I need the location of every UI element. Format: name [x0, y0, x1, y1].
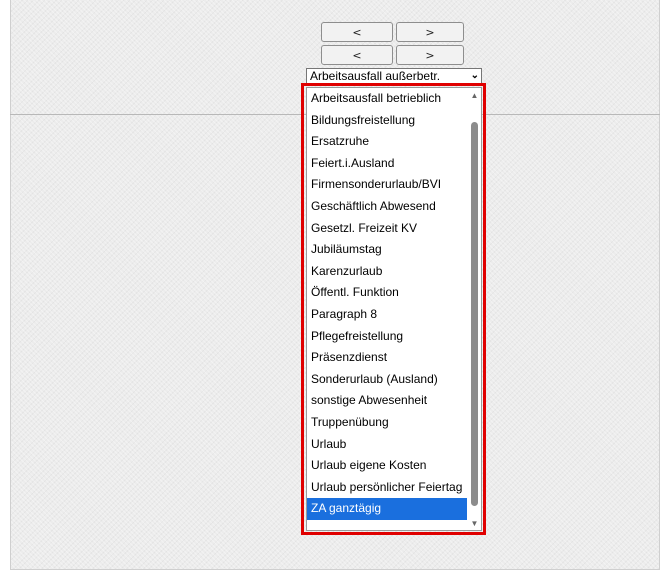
dropdown-option[interactable]: Urlaub eigene Kosten — [307, 455, 467, 477]
dropdown-option[interactable]: Urlaub — [307, 434, 467, 456]
dropdown-option[interactable]: Präsenzdienst — [307, 347, 467, 369]
dropdown-option[interactable]: ZA ganztägig — [307, 498, 467, 520]
dropdown-option[interactable]: Urlaub persönlicher Feiertag — [307, 477, 467, 499]
dropdown-option[interactable]: Öffentl. Funktion — [307, 282, 467, 304]
dropdown-option[interactable]: sonstige Abwesenheit — [307, 390, 467, 412]
dropdown-option[interactable]: Paragraph 8 — [307, 304, 467, 326]
chevron-down-icon: ⌄ — [470, 70, 479, 81]
select-value: Arbeitsausfall außerbetr. — [310, 69, 441, 83]
next-button-2[interactable]: > — [396, 45, 464, 65]
absence-type-select[interactable]: Arbeitsausfall außerbetr. ⌄ — [306, 68, 482, 84]
dropdown-option[interactable]: Feiert.i.Ausland — [307, 153, 467, 175]
scrollbar[interactable]: ▲ ▼ — [468, 88, 481, 530]
dropdown-option[interactable]: Truppenübung — [307, 412, 467, 434]
option-list: Arbeitsausfall betrieblich Bildungsfreist… — [307, 88, 481, 520]
dropdown-option[interactable]: Firmensonderurlaub/BVI — [307, 174, 467, 196]
dropdown-option[interactable]: Sonderurlaub (Ausland) — [307, 369, 467, 391]
scrollbar-thumb[interactable] — [471, 122, 478, 506]
dropdown-option[interactable]: Pflegefreistellung — [307, 326, 467, 348]
dropdown-option[interactable]: Arbeitsausfall betrieblich — [307, 88, 467, 110]
dropdown-option[interactable]: Bildungsfreistellung — [307, 110, 467, 132]
dropdown-option[interactable]: Ersatzruhe — [307, 131, 467, 153]
dropdown-option[interactable]: Geschäftlich Abwesend — [307, 196, 467, 218]
prev-button-1[interactable]: < — [321, 22, 393, 42]
next-button-1[interactable]: > — [396, 22, 464, 42]
absence-type-dropdown[interactable]: Arbeitsausfall betrieblich Bildungsfreist… — [306, 87, 482, 531]
dropdown-option[interactable]: Karenzurlaub — [307, 261, 467, 283]
dropdown-option[interactable]: Gesetzl. Freizeit KV — [307, 218, 467, 240]
triangle-down-icon[interactable]: ▼ — [468, 516, 481, 530]
triangle-up-icon[interactable]: ▲ — [468, 88, 481, 102]
prev-button-2[interactable]: < — [321, 45, 393, 65]
dropdown-option[interactable]: Jubiläumstag — [307, 239, 467, 261]
